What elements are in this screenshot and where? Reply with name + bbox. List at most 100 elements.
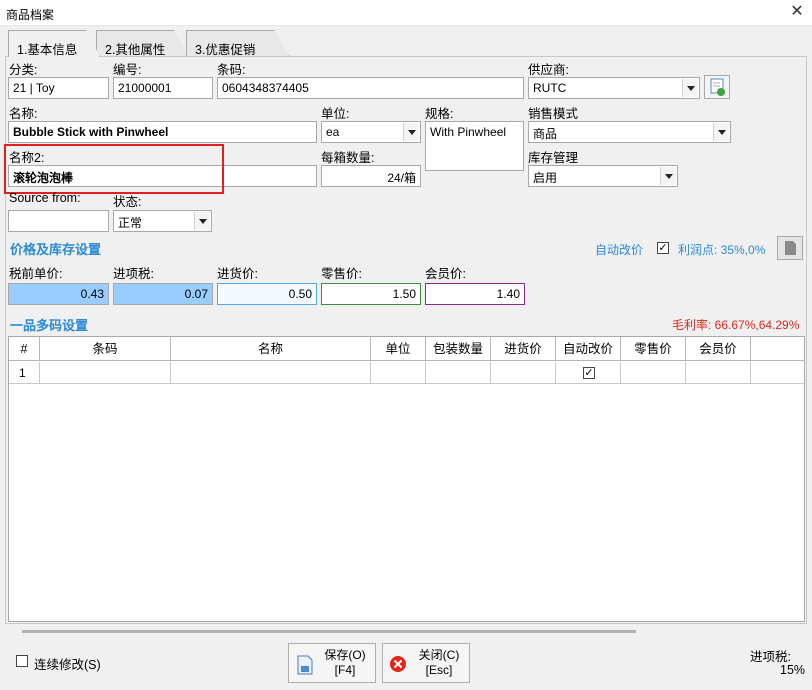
auto-price-checkbox[interactable]: ✓ bbox=[657, 242, 669, 254]
column-header[interactable]: 名称 bbox=[171, 337, 371, 361]
status-select[interactable]: 正常 bbox=[113, 210, 212, 232]
retail-price-label: 零售价: bbox=[321, 267, 362, 281]
window-title: 商品档案 bbox=[6, 8, 55, 22]
column-header[interactable]: # bbox=[9, 337, 40, 361]
column-header[interactable]: 会员价 bbox=[686, 337, 751, 361]
pretax-price-label: 税前单价: bbox=[9, 267, 63, 281]
per-box-field[interactable]: 24/箱 bbox=[321, 165, 421, 187]
save-button[interactable]: 保存(O) [F4] bbox=[288, 643, 376, 683]
highlight-box bbox=[4, 144, 224, 194]
table-cell-unit[interactable] bbox=[371, 362, 426, 384]
column-header[interactable]: 自动改价 bbox=[556, 337, 621, 361]
progress-bar bbox=[22, 630, 636, 633]
member-price-label: 会员价: bbox=[425, 267, 466, 281]
column-header[interactable]: 单位 bbox=[371, 337, 426, 361]
close-button-text: 关闭(C) [Esc] bbox=[411, 648, 467, 678]
chevron-down-icon[interactable] bbox=[194, 212, 210, 230]
chevron-down-icon[interactable] bbox=[403, 123, 419, 141]
document-icon bbox=[785, 241, 796, 255]
sales-mode-label: 销售模式 bbox=[528, 107, 579, 121]
tab-other-attributes[interactable]: 2.其他属性 bbox=[96, 30, 188, 56]
chevron-down-icon[interactable] bbox=[682, 79, 698, 97]
category-field[interactable]: 21 | Toy bbox=[8, 77, 109, 99]
name-label: 名称: bbox=[9, 107, 38, 121]
source-field[interactable] bbox=[8, 210, 109, 232]
tab-label: 2.其他属性 bbox=[105, 43, 166, 57]
tab-label: 3.优惠促销 bbox=[195, 43, 256, 57]
tab-promotion[interactable]: 3.优惠促销 bbox=[186, 30, 290, 56]
spec-label: 规格: bbox=[425, 107, 454, 121]
chevron-down-icon[interactable] bbox=[660, 167, 676, 185]
category-label: 分类: bbox=[9, 63, 38, 77]
footer-input-tax-value: 15% bbox=[780, 663, 806, 677]
name-field[interactable]: Bubble Stick with Pinwheel bbox=[8, 121, 317, 143]
table-cell-retail[interactable] bbox=[621, 362, 686, 384]
input-tax-label: 进项税: bbox=[113, 267, 154, 281]
close-label: 关闭(C) bbox=[418, 648, 460, 662]
save-label: 保存(O) bbox=[324, 648, 366, 662]
inventory-value: 启用 bbox=[533, 171, 558, 185]
code-field[interactable]: 21000001 bbox=[113, 77, 213, 99]
save-button-text: 保存(O) [F4] bbox=[317, 648, 373, 678]
save-shortcut: [F4] bbox=[334, 663, 356, 677]
status-value: 正常 bbox=[118, 216, 143, 230]
table-cell-filler bbox=[751, 362, 804, 384]
inventory-label: 库存管理 bbox=[528, 151, 579, 165]
spec-field[interactable]: With Pinwheel bbox=[425, 121, 524, 171]
table-row-index: 1 bbox=[9, 362, 40, 384]
multi-code-table: # 条码 名称 单位 包装数量 进货价 自动改价 零售价 会员价 1 ✓ bbox=[8, 336, 805, 622]
table-cell-purchase[interactable] bbox=[491, 362, 556, 384]
chevron-down-icon[interactable] bbox=[713, 123, 729, 141]
supplier-value: RUTC bbox=[533, 81, 567, 95]
close-circle-icon bbox=[390, 656, 406, 672]
per-box-label: 每箱数量: bbox=[321, 151, 375, 165]
gross-margin-text: 毛利率: 66.67%,64.29% bbox=[672, 318, 800, 332]
table-cell-member[interactable] bbox=[686, 362, 751, 384]
table-cell-pack-qty[interactable] bbox=[426, 362, 491, 384]
barcode-field[interactable]: 0604348374405 bbox=[217, 77, 524, 99]
column-header[interactable]: 包装数量 bbox=[426, 337, 491, 361]
supplier-label: 供应商: bbox=[528, 63, 569, 77]
save-icon bbox=[297, 655, 313, 675]
inventory-select[interactable]: 启用 bbox=[528, 165, 678, 187]
table-cell-barcode[interactable] bbox=[40, 362, 171, 384]
continuous-edit-checkbox[interactable] bbox=[16, 655, 28, 667]
column-header-filler bbox=[751, 337, 804, 361]
column-header[interactable]: 进货价 bbox=[491, 337, 556, 361]
multi-code-title: 一品多码设置 bbox=[10, 318, 89, 333]
price-section-title: 价格及库存设置 bbox=[10, 242, 102, 257]
barcode-label: 条码: bbox=[217, 63, 246, 77]
unit-value: ea bbox=[326, 125, 340, 139]
column-header[interactable]: 零售价 bbox=[621, 337, 686, 361]
supplier-lookup-button[interactable] bbox=[704, 75, 730, 99]
profit-point-text: 利润点: 35%,0% bbox=[678, 243, 766, 257]
unit-label: 单位: bbox=[321, 107, 350, 121]
sales-mode-value: 商品 bbox=[533, 127, 558, 141]
close-icon[interactable]: ✕ bbox=[785, 2, 809, 22]
supplier-select[interactable]: RUTC bbox=[528, 77, 700, 99]
tab-label: 1.基本信息 bbox=[17, 43, 78, 57]
table-cell-name[interactable] bbox=[171, 362, 371, 384]
close-button[interactable]: 关闭(C) [Esc] bbox=[382, 643, 470, 683]
pretax-price-field[interactable]: 0.43 bbox=[8, 283, 109, 305]
table-cell-auto-price: ✓ bbox=[556, 362, 621, 384]
purchase-price-field[interactable]: 0.50 bbox=[217, 283, 317, 305]
member-price-field[interactable]: 1.40 bbox=[425, 283, 525, 305]
purchase-price-label: 进货价: bbox=[217, 267, 258, 281]
input-tax-field[interactable]: 0.07 bbox=[113, 283, 213, 305]
column-header[interactable]: 条码 bbox=[40, 337, 171, 361]
source-label: Source from: bbox=[9, 191, 81, 205]
row-auto-price-checkbox[interactable]: ✓ bbox=[583, 367, 595, 379]
code-label: 编号: bbox=[113, 63, 142, 77]
price-settings-button[interactable] bbox=[777, 236, 803, 260]
status-label: 状态: bbox=[113, 195, 142, 209]
title-bar: 商品档案 ✕ bbox=[0, 0, 812, 26]
sales-mode-select[interactable]: 商品 bbox=[528, 121, 731, 143]
unit-select[interactable]: ea bbox=[321, 121, 421, 143]
supplier-lookup-icon bbox=[710, 78, 725, 96]
retail-price-field[interactable]: 1.50 bbox=[321, 283, 421, 305]
auto-price-label: 自动改价 bbox=[595, 243, 644, 257]
close-shortcut: [Esc] bbox=[425, 663, 453, 677]
continuous-edit-label: 连续修改(S) bbox=[34, 658, 101, 672]
tab-basic-info[interactable]: 1.基本信息 bbox=[8, 30, 100, 57]
